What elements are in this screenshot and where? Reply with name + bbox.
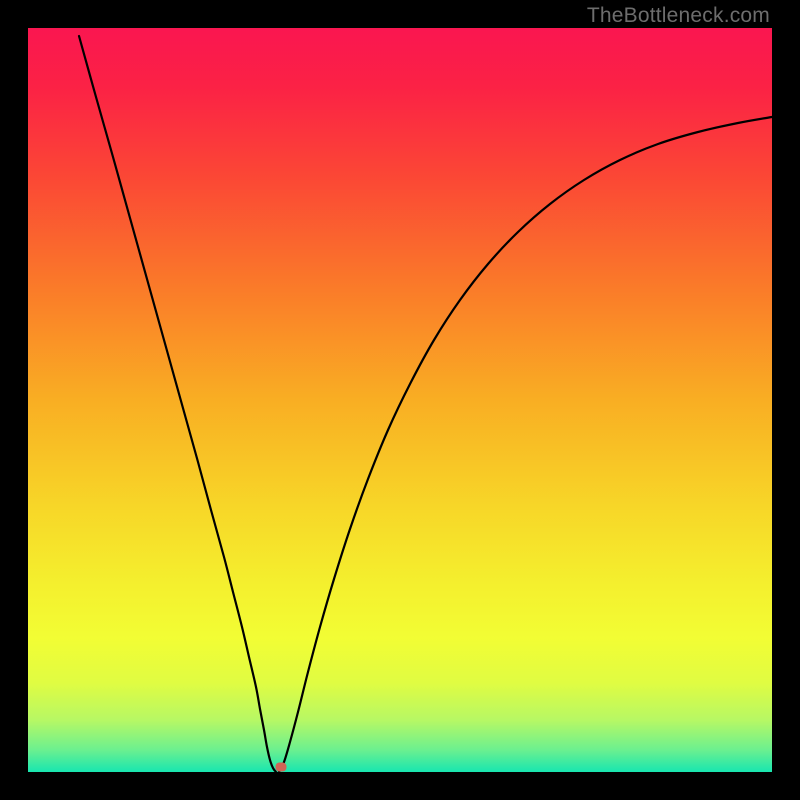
minimum-marker bbox=[276, 763, 287, 772]
watermark: TheBottleneck.com bbox=[587, 4, 770, 28]
curve-layer bbox=[28, 28, 772, 772]
right-curve bbox=[279, 117, 772, 772]
left-curve bbox=[79, 36, 276, 772]
